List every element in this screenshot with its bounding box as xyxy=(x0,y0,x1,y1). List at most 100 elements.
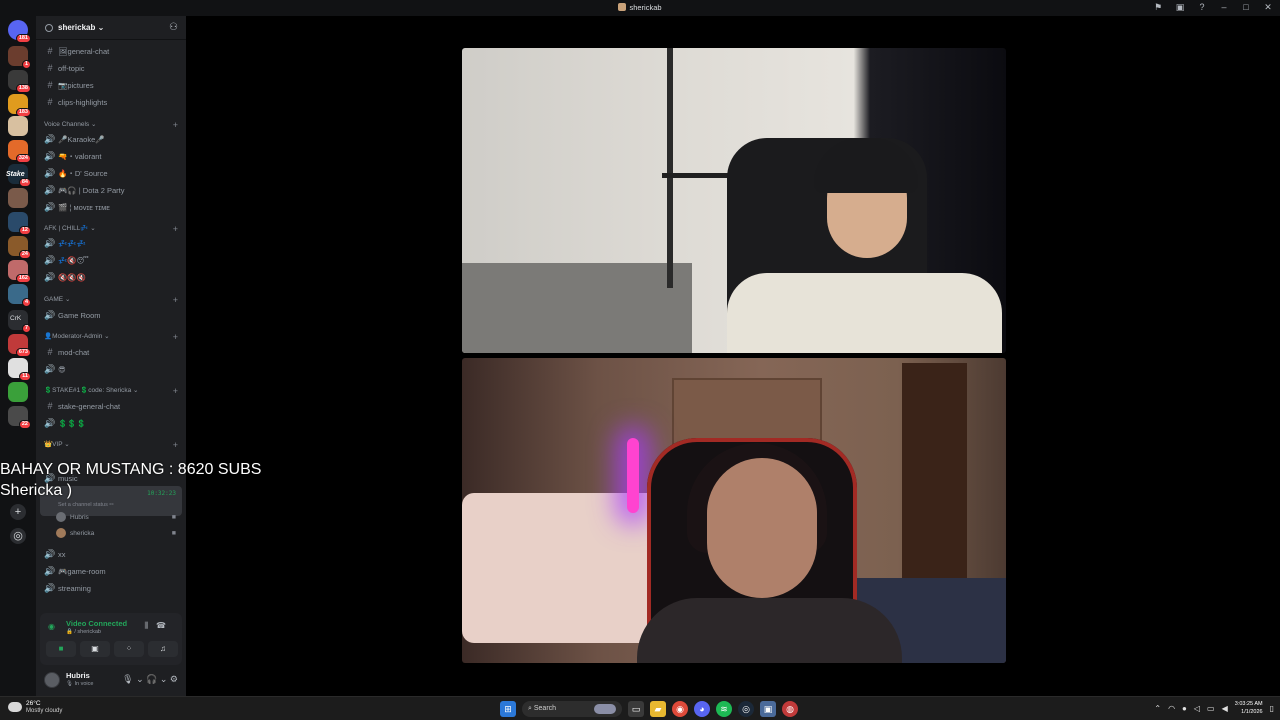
server-header[interactable]: sherickab ⌄ ⚇ xyxy=(36,16,186,40)
server-icon[interactable]: 4 xyxy=(8,284,31,307)
server-status-icon xyxy=(45,24,53,32)
server-icon[interactable]: 181 xyxy=(8,20,31,43)
category-vip[interactable]: 👑VIP ⌄ + xyxy=(44,439,182,451)
server-crk-label[interactable]: CrK xyxy=(10,315,21,322)
category-afk-chill[interactable]: AFK | CHILL💤 ⌄ + xyxy=(44,223,182,235)
mic-tray-icon[interactable]: ● xyxy=(1182,704,1187,713)
activities-button[interactable]: ⁘ xyxy=(114,641,144,657)
server-icon[interactable]: 673 xyxy=(8,334,31,357)
tray-chevron-icon[interactable]: ⌃ xyxy=(1154,704,1161,713)
voice-location[interactable]: 🔒 / sherickab xyxy=(66,629,101,635)
invite-icon[interactable]: ⚇ xyxy=(169,22,178,33)
server-icon[interactable]: 22 xyxy=(8,406,31,429)
window-title: sherickab xyxy=(0,3,1280,12)
help-icon[interactable]: ? xyxy=(1196,2,1208,13)
signal-icon[interactable]: ◉ xyxy=(48,622,55,631)
voice-user-hubris[interactable]: Hubris ■ xyxy=(56,511,180,525)
active-app-icon[interactable]: ▣ xyxy=(760,701,776,717)
channel-pictures[interactable]: # 📷pictures xyxy=(44,78,182,92)
server-icon[interactable]: 324 xyxy=(8,140,31,163)
app-icon[interactable]: ◍ xyxy=(782,701,798,717)
voice-channel-xx[interactable]: 🔊 xx xyxy=(44,547,182,561)
channel-off-topic[interactable]: # off-topic xyxy=(44,61,182,75)
voice-channel-movie-time[interactable]: 🔊 🎬 ¦ ᴍᴏᴠɪᴇ ᴛɪᴍᴇ xyxy=(44,200,182,214)
server-icon[interactable]: 138 xyxy=(8,70,31,93)
chrome-icon[interactable]: ◉ xyxy=(672,701,688,717)
inbox-flag-icon[interactable]: ⚑ xyxy=(1152,2,1164,13)
wifi-icon[interactable]: ◠ xyxy=(1168,704,1175,713)
speaker-icon: 🔊 xyxy=(44,418,56,428)
voice-channel-game-room[interactable]: 🔊 Game Room xyxy=(44,308,182,322)
username[interactable]: Hubris xyxy=(66,671,90,680)
server-icon[interactable] xyxy=(8,382,28,402)
channel-mod-chat[interactable]: # mod-chat xyxy=(44,345,182,359)
voice-channel-afk-1[interactable]: 🔊 💤💤💤 xyxy=(44,236,182,250)
channel-stake-general-chat[interactable]: # stake-general-chat xyxy=(44,399,182,413)
add-channel-icon[interactable]: + xyxy=(173,223,178,235)
avatar[interactable] xyxy=(44,672,60,688)
server-icon[interactable]: 11 xyxy=(8,358,31,381)
voice-channel-dsource[interactable]: 🔊 🔥・D' Source xyxy=(44,166,182,180)
inbox-icon[interactable]: ▣ xyxy=(1174,2,1186,13)
add-channel-icon[interactable]: + xyxy=(173,385,178,397)
add-channel-icon[interactable]: + xyxy=(173,119,178,131)
add-channel-icon[interactable]: + xyxy=(173,439,178,451)
channel-status-prompt[interactable]: Set a channel status ✏ xyxy=(58,502,114,508)
voice-channel-valorant[interactable]: 🔊 🔫・valorant xyxy=(44,149,182,163)
voice-channel-dota[interactable]: 🔊 🎮🎧 | Dota 2 Party xyxy=(44,183,182,197)
voice-channel-afk-2[interactable]: 🔊 💤🔇😴 xyxy=(44,253,182,267)
add-channel-icon[interactable]: + xyxy=(173,294,178,306)
voice-channel-stake[interactable]: 🔊 💲💲💲 xyxy=(44,416,182,430)
add-channel-icon[interactable]: + xyxy=(173,331,178,343)
close-button[interactable]: ✕ xyxy=(1262,2,1274,13)
headphones-icon[interactable]: 🎧 xyxy=(146,674,157,684)
volume-icon[interactable]: ◀ xyxy=(1222,704,1228,713)
camera-button[interactable]: ■ xyxy=(46,641,76,657)
settings-gear-icon[interactable]: ⚙ xyxy=(170,674,178,684)
file-explorer-icon[interactable]: ▰ xyxy=(650,701,666,717)
notification-icon[interactable]: ▯ xyxy=(1270,704,1274,713)
minimize-button[interactable]: – xyxy=(1218,2,1230,13)
noise-suppression-icon[interactable]: ⫼☎ xyxy=(144,621,174,631)
voice-channel-mod[interactable]: 🔊 😎 xyxy=(44,362,182,376)
channel-general-chat[interactable]: # 🖼general-chat xyxy=(44,44,182,58)
start-button[interactable]: ⊞ xyxy=(500,701,516,717)
voice-channel-karaoke[interactable]: 🔊 🎤Karaoke🎤 xyxy=(44,132,182,146)
clock[interactable]: 3:03:25 AM 1/1/2026 xyxy=(1235,700,1263,716)
server-icon[interactable]: 12 xyxy=(8,212,31,235)
steam-icon[interactable]: ◎ xyxy=(738,701,754,717)
server-icon[interactable] xyxy=(8,116,28,136)
soundboard-button[interactable]: ♫ xyxy=(148,641,178,657)
speaker-icon: 🔊 xyxy=(44,255,56,265)
voice-channel-game-room-2[interactable]: 🔊 🎮game-room xyxy=(44,564,182,578)
speaker-tray-icon[interactable]: ◁ xyxy=(1194,704,1200,713)
voice-channel-streaming[interactable]: 🔊 streaming xyxy=(44,581,182,595)
maximize-button[interactable]: □ xyxy=(1240,2,1252,13)
discord-icon[interactable]: ◕ xyxy=(694,701,710,717)
taskbar-search[interactable]: ⌕ Search xyxy=(522,701,622,717)
add-server-button[interactable]: + xyxy=(10,504,26,520)
server-icon[interactable]: 1 xyxy=(8,46,31,69)
server-icon[interactable]: 183 xyxy=(8,94,31,117)
category-game[interactable]: GAME ⌄ + xyxy=(44,294,182,306)
server-icon[interactable]: 24 xyxy=(8,236,31,259)
server-icon[interactable]: 162 xyxy=(8,260,31,283)
voice-user-shericka[interactable]: shericka ■ xyxy=(56,527,180,541)
mic-icon[interactable]: 🎙 xyxy=(122,674,133,684)
network-icon[interactable]: ▭ xyxy=(1207,704,1215,713)
voice-channel-afk-3[interactable]: 🔊 🔇🔇🔇 xyxy=(44,270,182,284)
discover-icon[interactable]: ◎ xyxy=(10,528,26,544)
spotify-icon[interactable]: ≋ xyxy=(716,701,732,717)
server-icon[interactable] xyxy=(8,188,28,208)
task-view-icon[interactable]: ▭ xyxy=(628,701,644,717)
category-stake[interactable]: 💲STAKE#1💲code: Shericka ⌄ + xyxy=(44,385,182,397)
disconnect-icon[interactable]: ☎ xyxy=(156,621,174,630)
channel-clips-highlights[interactable]: # clips-highlights xyxy=(44,95,182,109)
category-voice-channels[interactable]: Voice Channels ⌄ + xyxy=(44,119,182,131)
voice-status[interactable]: Video Connected xyxy=(66,619,127,628)
video-tile-hubris[interactable] xyxy=(462,48,1006,353)
video-tile-shericka[interactable] xyxy=(462,358,1006,663)
screen-share-button[interactable]: ▣ xyxy=(80,641,110,657)
server-stake-label[interactable]: Stake xyxy=(6,171,25,178)
category-moderator-admin[interactable]: 👤Moderator-Admin ⌄ + xyxy=(44,331,182,343)
